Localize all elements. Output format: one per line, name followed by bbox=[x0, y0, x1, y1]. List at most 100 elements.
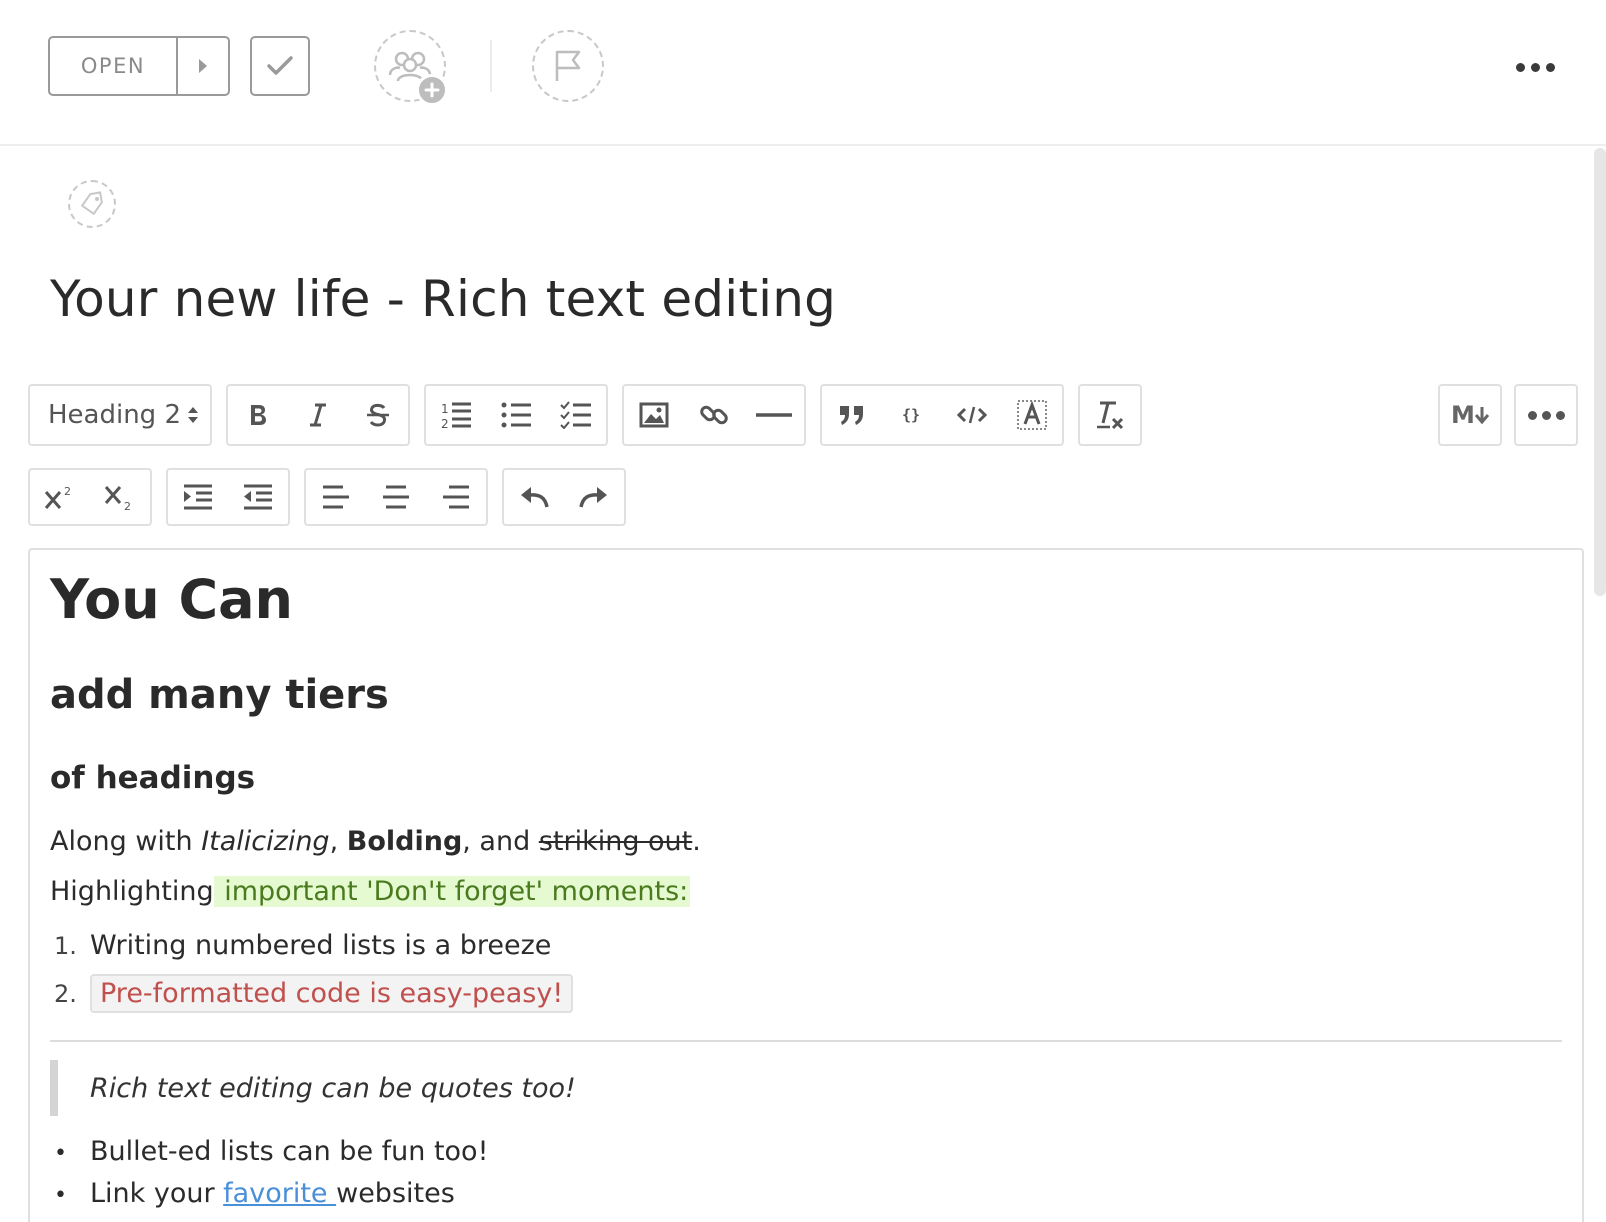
assign-users-button[interactable] bbox=[374, 30, 448, 106]
horizontal-rule-button[interactable] bbox=[744, 386, 804, 444]
list-number: 1. bbox=[54, 932, 77, 960]
ordered-list-item: 2. Pre-formatted code is easy-peasy! bbox=[54, 974, 574, 1013]
clear-group bbox=[1078, 384, 1142, 446]
align-left-button[interactable] bbox=[306, 470, 366, 524]
quote-button[interactable] bbox=[822, 386, 882, 444]
scrollbar[interactable] bbox=[1594, 148, 1606, 596]
header-divider bbox=[490, 40, 492, 92]
svg-text:2: 2 bbox=[64, 485, 71, 498]
ordered-list-button[interactable]: 12 bbox=[426, 386, 486, 444]
ordered-list-icon: 12 bbox=[440, 400, 472, 430]
bullet-list-item: • Link your favorite websites bbox=[54, 1178, 455, 1209]
ellipsis-dot bbox=[1530, 62, 1540, 72]
block-format-select[interactable]: Heading 2 bbox=[28, 384, 212, 446]
undo-icon bbox=[519, 485, 549, 509]
bold-icon bbox=[247, 402, 269, 428]
task-header-bar: OPEN bbox=[0, 0, 1606, 146]
insert-link-button[interactable] bbox=[684, 386, 744, 444]
insert-image-button[interactable] bbox=[624, 386, 684, 444]
more-options-button[interactable] bbox=[1510, 52, 1560, 82]
highlight-button[interactable] bbox=[1002, 386, 1062, 444]
bullet-icon: • bbox=[54, 1141, 67, 1166]
bullet-icon: • bbox=[54, 1183, 67, 1208]
svg-text:{}: {} bbox=[902, 406, 920, 424]
bullet-list-item: • Bullet-ed lists can be fun too! bbox=[54, 1136, 488, 1167]
svg-text:2: 2 bbox=[124, 500, 131, 511]
superscript-icon: 2 bbox=[44, 484, 76, 510]
status-button[interactable]: OPEN bbox=[48, 36, 230, 96]
toolbar-more-button[interactable] bbox=[1516, 386, 1576, 444]
align-right-button[interactable] bbox=[426, 470, 486, 524]
complete-button[interactable] bbox=[250, 36, 310, 96]
clear-format-button[interactable] bbox=[1080, 386, 1140, 444]
paragraph-text: . bbox=[692, 826, 701, 857]
checklist-icon bbox=[560, 401, 592, 429]
paragraph-text: , and bbox=[462, 826, 539, 857]
paragraph-formatting: Along with Italicizing, Bolding, and str… bbox=[50, 826, 701, 857]
ellipsis-icon bbox=[1527, 410, 1537, 420]
bullet-list-icon bbox=[500, 401, 532, 429]
image-icon bbox=[639, 402, 669, 428]
status-label[interactable]: OPEN bbox=[50, 38, 178, 94]
bullet-list-button[interactable] bbox=[486, 386, 546, 444]
add-tag-button[interactable] bbox=[68, 180, 116, 228]
indent-icon bbox=[182, 484, 214, 510]
code-block-button[interactable]: {} bbox=[882, 386, 942, 444]
ellipsis-dot bbox=[1541, 410, 1551, 420]
subscript-button[interactable]: 2 bbox=[90, 470, 150, 524]
align-center-button[interactable] bbox=[366, 470, 426, 524]
align-right-icon bbox=[441, 485, 471, 509]
indent-group bbox=[166, 468, 290, 526]
block-group: {} bbox=[820, 384, 1064, 446]
toolbar-more bbox=[1514, 384, 1578, 446]
paragraph-text: Along with bbox=[50, 826, 202, 857]
ellipsis-icon bbox=[1515, 62, 1525, 72]
align-left-icon bbox=[321, 485, 351, 509]
svg-text:1: 1 bbox=[441, 402, 449, 416]
superscript-button[interactable]: 2 bbox=[30, 470, 90, 524]
horizontal-rule bbox=[50, 1040, 1562, 1042]
ellipsis-dot bbox=[1555, 410, 1565, 420]
highlight-icon bbox=[1017, 400, 1047, 430]
inline-code-text: Pre-formatted code is easy-peasy! bbox=[90, 974, 574, 1013]
favorite-link[interactable]: favorite bbox=[223, 1178, 336, 1209]
bold-text: Bolding bbox=[346, 826, 463, 857]
indent-button[interactable] bbox=[168, 470, 228, 524]
markdown-button[interactable]: M bbox=[1440, 386, 1500, 444]
align-center-icon bbox=[381, 485, 411, 509]
block-format-value: Heading 2 bbox=[48, 400, 181, 430]
italic-button[interactable] bbox=[288, 386, 348, 444]
inline-code-icon bbox=[957, 405, 987, 425]
select-arrows-icon bbox=[187, 404, 199, 426]
paragraph-highlight: Highlighting important 'Don't forget' mo… bbox=[50, 876, 691, 907]
quote-icon bbox=[838, 404, 866, 426]
outdent-button[interactable] bbox=[228, 470, 288, 524]
outdent-icon bbox=[242, 484, 274, 510]
flag-icon bbox=[553, 49, 583, 83]
rich-text-editor[interactable]: You Can add many tiers of headings Along… bbox=[28, 548, 1584, 1222]
link-icon bbox=[699, 400, 729, 430]
status-next-button[interactable] bbox=[178, 38, 228, 94]
subscript-icon: 2 bbox=[104, 483, 136, 511]
strikethrough-text: striking out bbox=[538, 826, 693, 857]
plus-icon bbox=[416, 74, 448, 106]
redo-icon bbox=[579, 485, 609, 509]
strikethrough-button[interactable] bbox=[348, 386, 408, 444]
horizontal-rule-icon bbox=[756, 411, 792, 419]
list-number: 2. bbox=[54, 980, 77, 1008]
insert-group bbox=[622, 384, 806, 446]
inline-code-button[interactable] bbox=[942, 386, 1002, 444]
task-title[interactable]: Your new life - Rich text editing bbox=[50, 270, 836, 328]
arrow-down-icon bbox=[1474, 406, 1489, 424]
heading-2: add many tiers bbox=[50, 672, 389, 718]
undo-button[interactable] bbox=[504, 470, 564, 524]
checkmark-icon bbox=[267, 56, 293, 76]
redo-button[interactable] bbox=[564, 470, 624, 524]
list-item-text: websites bbox=[336, 1178, 455, 1209]
heading-3: of headings bbox=[50, 760, 256, 796]
ordered-list-item: 1. Writing numbered lists is a breeze bbox=[54, 930, 551, 961]
priority-flag-button[interactable] bbox=[532, 30, 604, 102]
strikethrough-icon bbox=[365, 402, 391, 428]
bold-button[interactable] bbox=[228, 386, 288, 444]
checklist-button[interactable] bbox=[546, 386, 606, 444]
